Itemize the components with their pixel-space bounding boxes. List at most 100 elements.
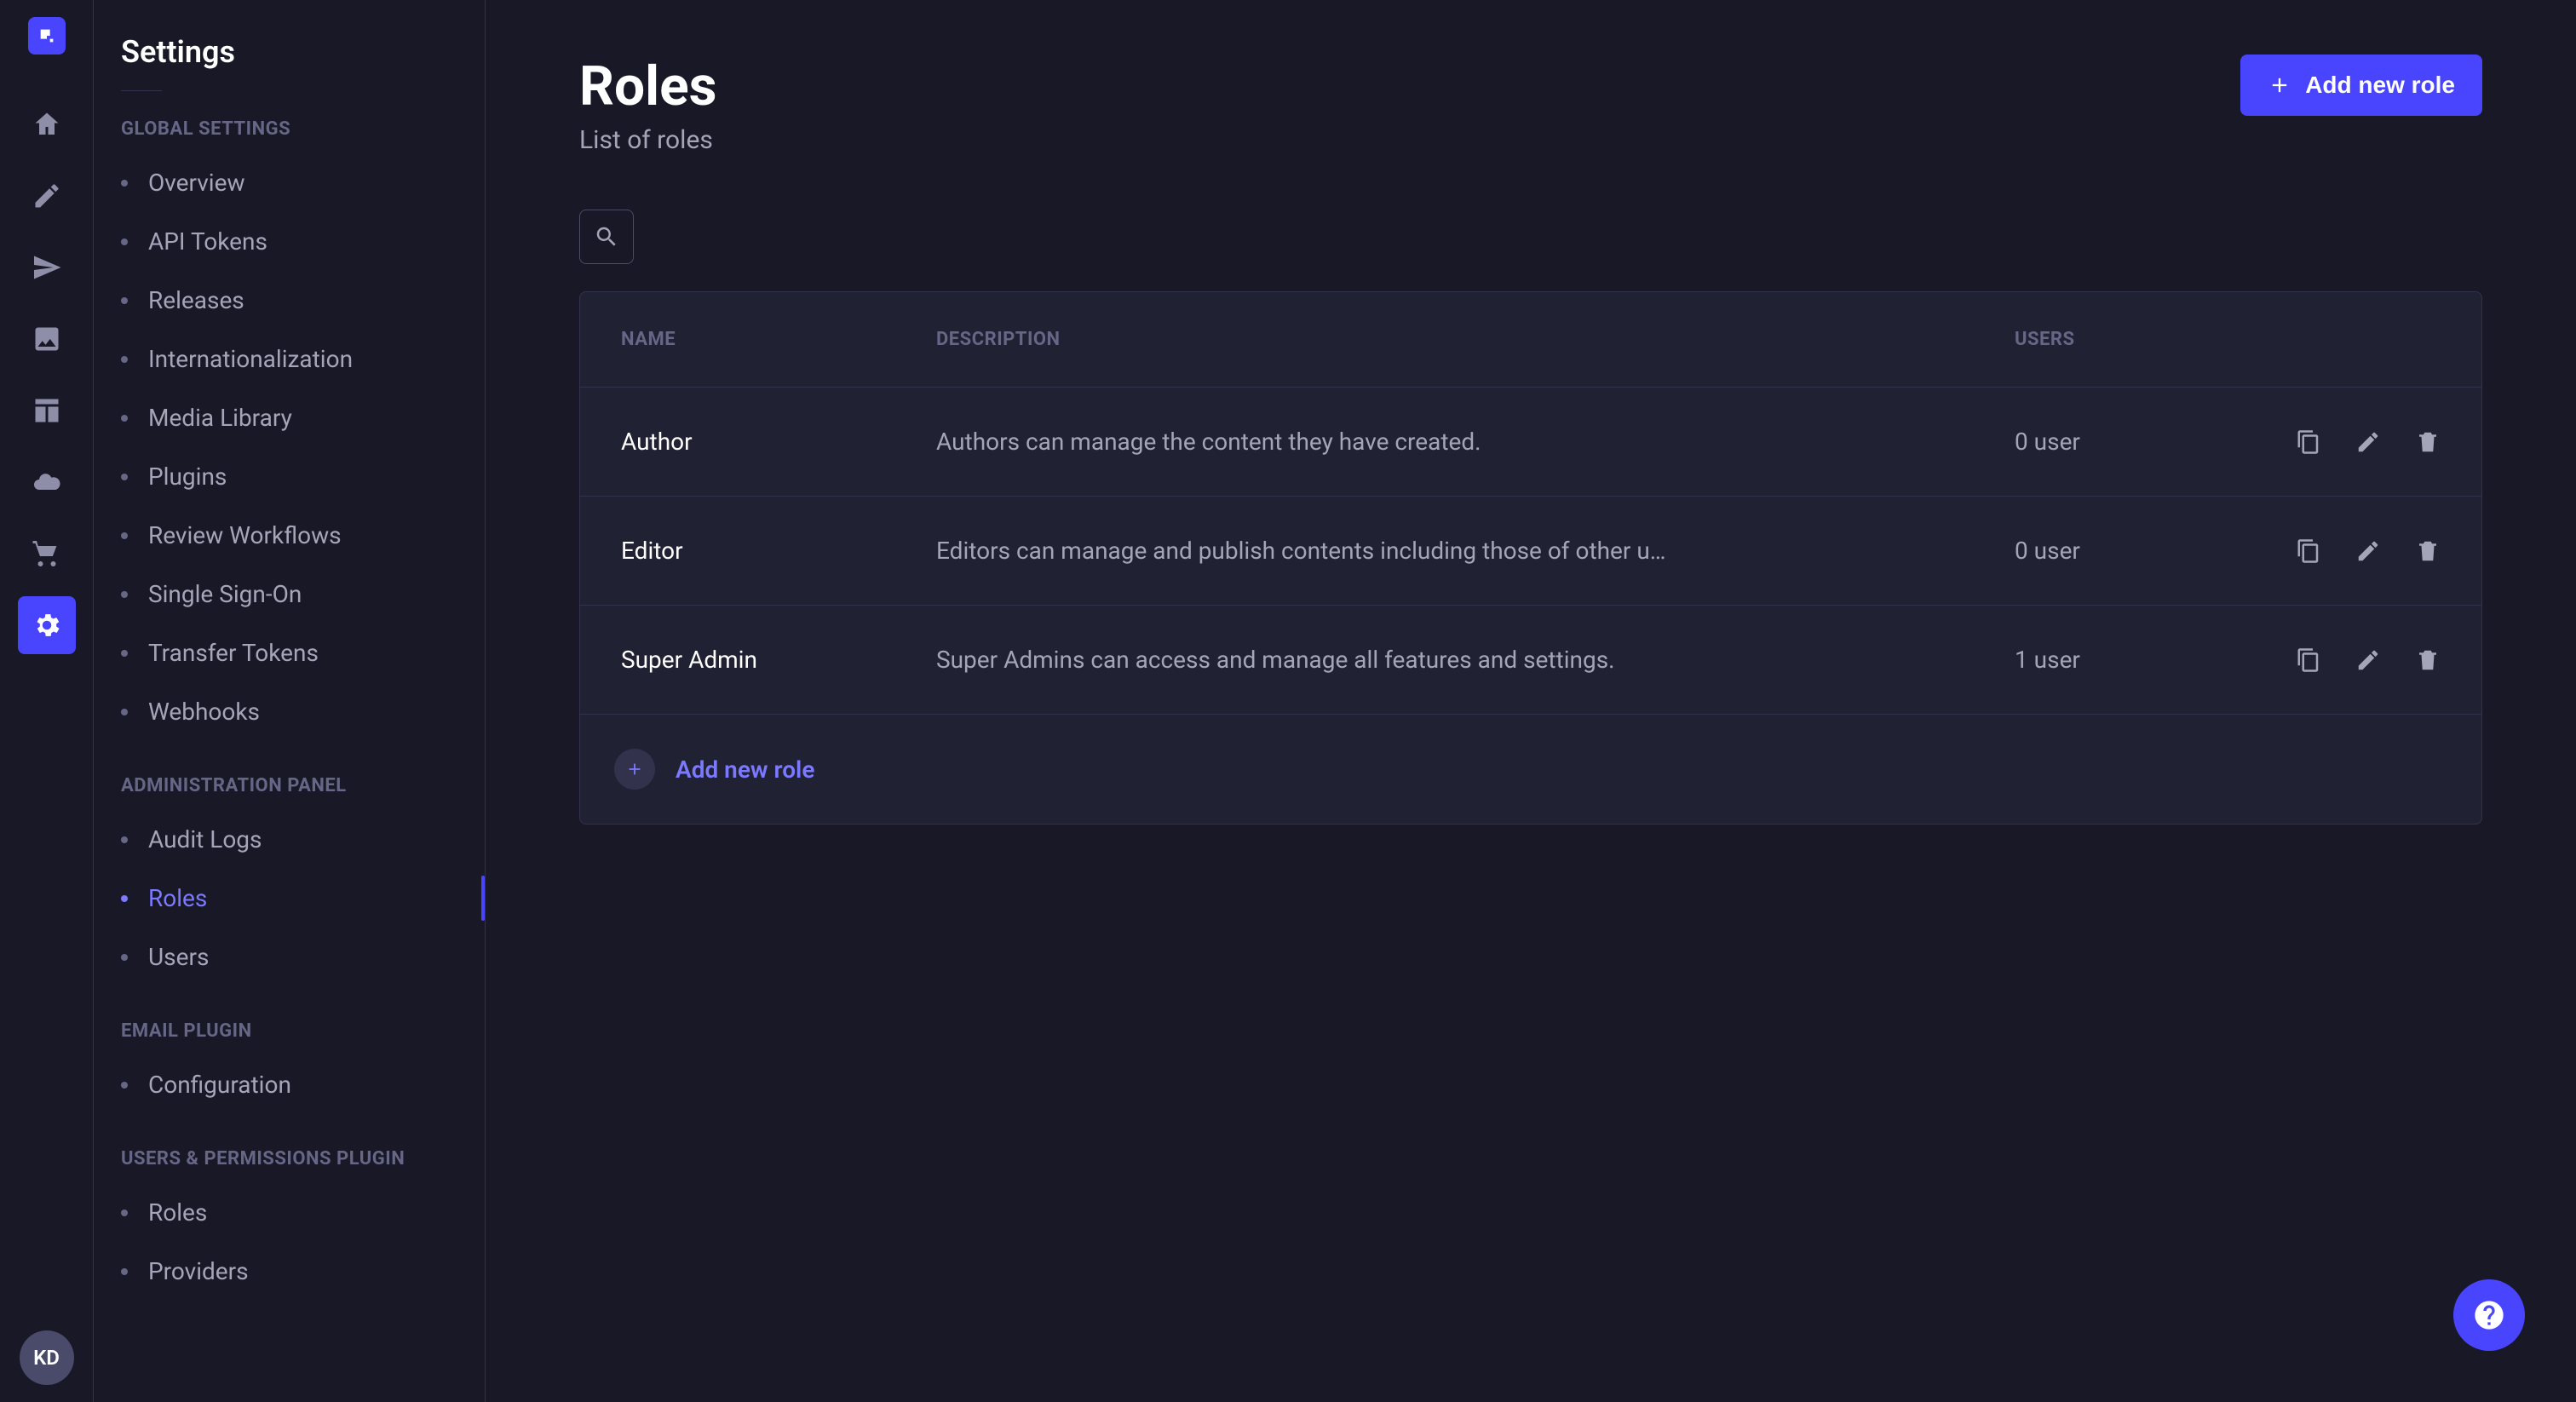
sidebar-item-label: Review Workflows: [148, 521, 342, 549]
page-subtitle: List of roles: [579, 125, 717, 155]
plus-icon: [625, 760, 644, 779]
sidebar-item-label: Plugins: [148, 463, 227, 491]
paper-plane-icon: [32, 252, 62, 283]
role-name: Editor: [621, 537, 936, 565]
sidebar-item-label: Audit Logs: [148, 825, 262, 853]
icon-rail: KD: [0, 0, 94, 1402]
layout-icon: [32, 395, 62, 426]
add-new-role-row[interactable]: Add new role: [580, 715, 2481, 824]
search-icon: [594, 224, 619, 250]
role-name: Author: [621, 428, 936, 456]
sidebar-item-email-configuration[interactable]: Configuration: [94, 1055, 485, 1114]
page-title: Roles: [579, 55, 717, 118]
sidebar-item-up-roles[interactable]: Roles: [94, 1183, 485, 1242]
sidebar-title: Settings: [94, 34, 485, 90]
trash-icon[interactable]: [2415, 429, 2441, 455]
cart-icon: [32, 538, 62, 569]
sidebar-item-label: Webhooks: [148, 698, 260, 726]
trash-icon[interactable]: [2415, 647, 2441, 673]
rail-settings[interactable]: [18, 596, 76, 654]
sidebar-item-internationalization[interactable]: Internationalization: [94, 330, 485, 388]
sidebar-item-label: Users: [148, 943, 209, 971]
section-label-users-permissions: Users & Permissions Plugin: [94, 1148, 485, 1183]
role-description: Authors can manage the content they have…: [936, 428, 2015, 456]
user-avatar[interactable]: KD: [20, 1330, 74, 1385]
roles-table: Name Description Users Author Authors ca…: [579, 291, 2482, 825]
sidebar-item-api-tokens[interactable]: API Tokens: [94, 212, 485, 271]
help-button[interactable]: [2453, 1279, 2525, 1351]
main-content: Roles List of roles Add new role Name De…: [486, 0, 2576, 1402]
settings-sidebar: Settings Global Settings Overview API To…: [94, 0, 486, 1402]
sidebar-item-audit-logs[interactable]: Audit Logs: [94, 810, 485, 869]
sidebar-item-label: Providers: [148, 1257, 249, 1285]
sidebar-item-releases[interactable]: Releases: [94, 271, 485, 330]
sidebar-item-label: Transfer Tokens: [148, 639, 319, 667]
copy-icon[interactable]: [2296, 538, 2321, 564]
edit-icon[interactable]: [2355, 647, 2381, 673]
sidebar-item-label: Roles: [148, 884, 207, 912]
copy-icon[interactable]: [2296, 647, 2321, 673]
role-description: Editors can manage and publish contents …: [936, 537, 2015, 565]
edit-icon[interactable]: [2355, 538, 2381, 564]
section-label-email-plugin: Email Plugin: [94, 1020, 485, 1055]
add-row-label: Add new role: [676, 756, 814, 784]
rail-content-types[interactable]: [18, 382, 76, 440]
edit-icon[interactable]: [2355, 429, 2381, 455]
column-header-description: Description: [936, 329, 2015, 350]
role-users: 0 user: [2015, 537, 2236, 565]
sidebar-item-roles[interactable]: Roles: [94, 869, 485, 928]
rail-content-manager[interactable]: [18, 167, 76, 225]
table-row[interactable]: Super Admin Super Admins can access and …: [580, 606, 2481, 715]
app-logo[interactable]: [28, 17, 66, 55]
page-header: Roles List of roles Add new role: [579, 55, 2482, 155]
rail-releases[interactable]: [18, 238, 76, 296]
sidebar-item-webhooks[interactable]: Webhooks: [94, 682, 485, 741]
sidebar-item-label: Single Sign-On: [148, 580, 302, 608]
search-button[interactable]: [579, 210, 634, 264]
rail-media[interactable]: [18, 310, 76, 368]
table-row[interactable]: Editor Editors can manage and publish co…: [580, 497, 2481, 606]
strapi-logo-icon: [37, 26, 56, 45]
table-row[interactable]: Author Authors can manage the content th…: [580, 388, 2481, 497]
plus-icon: [2268, 73, 2291, 97]
copy-icon[interactable]: [2296, 429, 2321, 455]
sidebar-item-review-workflows[interactable]: Review Workflows: [94, 506, 485, 565]
sidebar-item-label: Roles: [148, 1198, 207, 1227]
section-label-global: Global Settings: [94, 118, 485, 153]
pen-icon: [32, 181, 62, 211]
sidebar-item-label: Releases: [148, 286, 244, 314]
role-users: 1 user: [2015, 646, 2236, 674]
rail-cloud[interactable]: [18, 453, 76, 511]
sidebar-item-label: Configuration: [148, 1071, 291, 1099]
sidebar-item-media-library[interactable]: Media Library: [94, 388, 485, 447]
sidebar-item-label: Internationalization: [148, 345, 353, 373]
sidebar-item-plugins[interactable]: Plugins: [94, 447, 485, 506]
rail-home[interactable]: [18, 95, 76, 153]
home-icon: [32, 109, 62, 140]
sidebar-item-users[interactable]: Users: [94, 928, 485, 986]
sidebar-item-up-providers[interactable]: Providers: [94, 1242, 485, 1301]
role-users: 0 user: [2015, 428, 2236, 456]
sidebar-item-single-sign-on[interactable]: Single Sign-On: [94, 565, 485, 623]
sidebar-item-overview[interactable]: Overview: [94, 153, 485, 212]
add-new-role-button[interactable]: Add new role: [2240, 55, 2482, 116]
sidebar-item-transfer-tokens[interactable]: Transfer Tokens: [94, 623, 485, 682]
image-icon: [32, 324, 62, 354]
column-header-name: Name: [621, 329, 936, 350]
gear-icon: [32, 610, 62, 641]
button-label: Add new role: [2305, 72, 2455, 99]
trash-icon[interactable]: [2415, 538, 2441, 564]
cloud-icon: [32, 467, 62, 497]
question-icon: [2472, 1298, 2506, 1332]
sidebar-item-label: Media Library: [148, 404, 292, 432]
plus-circle-icon: [614, 749, 655, 790]
role-name: Super Admin: [621, 646, 936, 674]
rail-marketplace[interactable]: [18, 525, 76, 583]
sidebar-item-label: API Tokens: [148, 227, 267, 256]
section-label-admin-panel: Administration Panel: [94, 775, 485, 810]
sidebar-item-label: Overview: [148, 169, 245, 197]
column-header-users: Users: [2015, 329, 2236, 350]
table-header-row: Name Description Users: [580, 292, 2481, 388]
divider: [121, 90, 162, 91]
role-description: Super Admins can access and manage all f…: [936, 646, 2015, 674]
